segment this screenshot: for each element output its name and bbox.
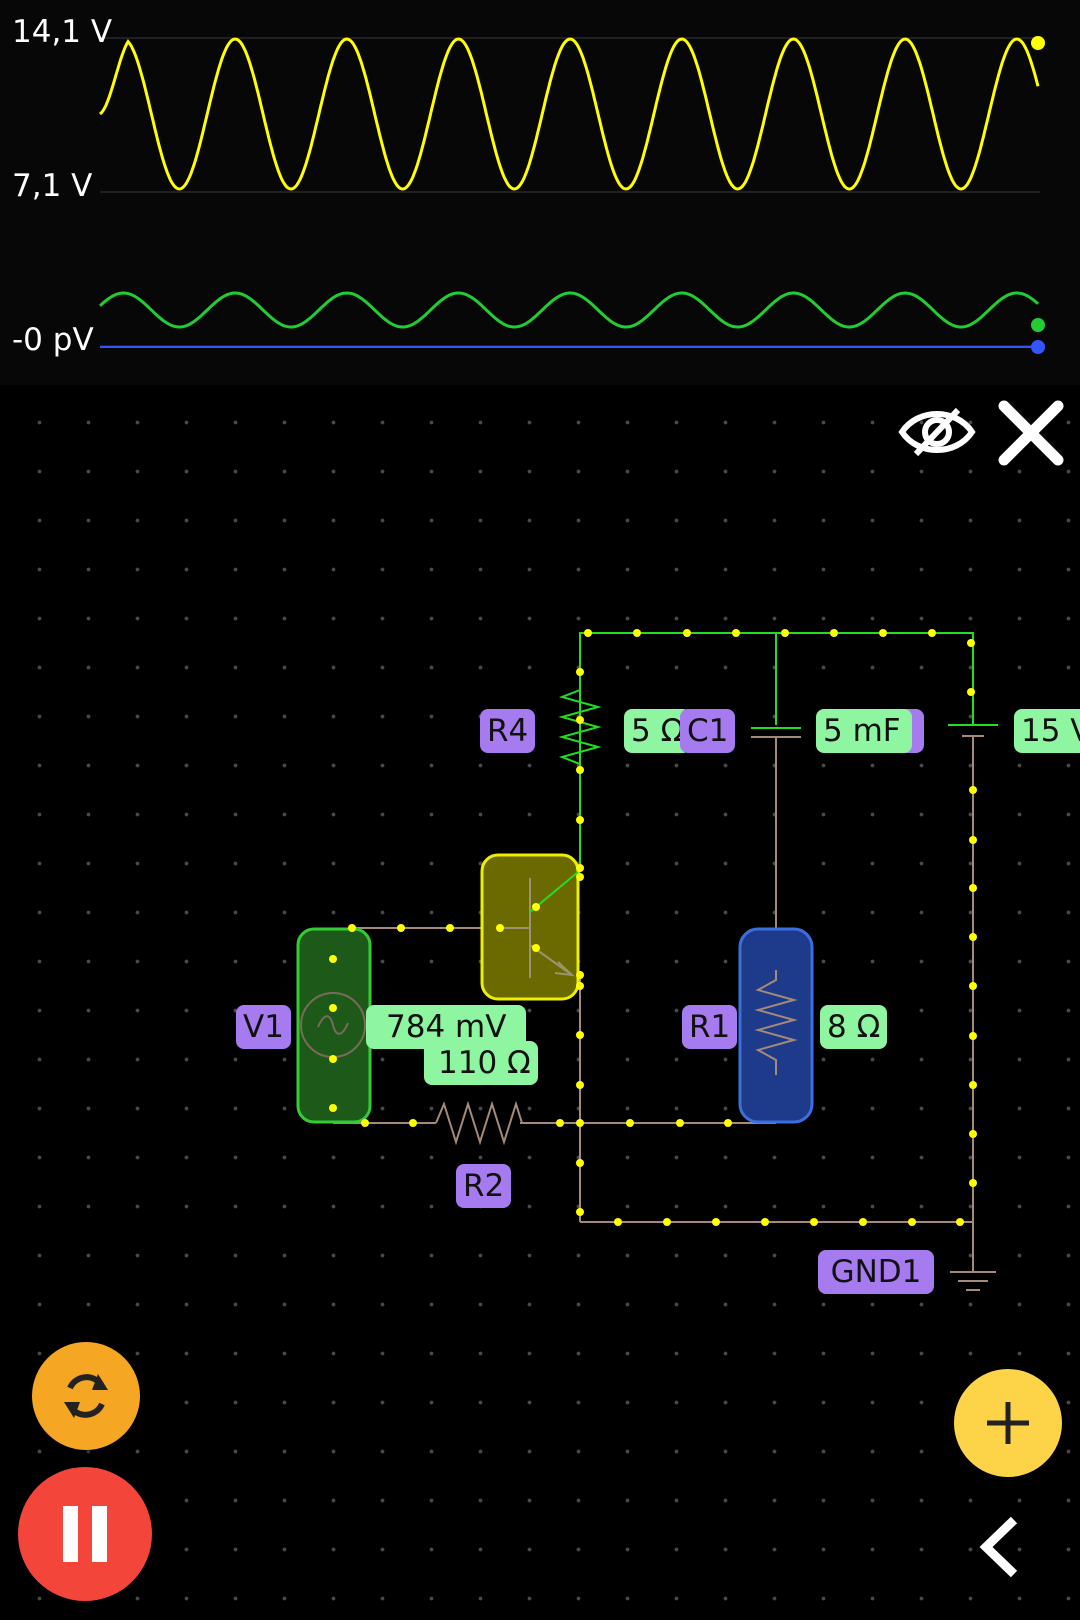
node-dot <box>969 1081 977 1089</box>
node-dot <box>576 1119 584 1127</box>
node-dot <box>576 1031 584 1039</box>
refresh-button[interactable] <box>32 1342 140 1450</box>
pause-icon <box>63 1506 107 1562</box>
plus-icon <box>987 1402 1029 1444</box>
pause-button[interactable] <box>18 1467 152 1601</box>
resistor-r1[interactable] <box>738 927 814 1124</box>
node-dot <box>576 1159 584 1167</box>
node-dot <box>576 971 584 979</box>
circuit-diagram[interactable] <box>0 0 1080 1620</box>
node-dot <box>584 629 592 637</box>
node-dot <box>576 766 584 774</box>
label-r4-name[interactable]: R4 <box>480 709 536 753</box>
node-dot <box>626 1119 634 1127</box>
dc-source-symbol[interactable] <box>948 724 998 737</box>
node-dot <box>761 1218 769 1226</box>
idle-wires <box>332 736 974 1272</box>
node-dot <box>576 668 584 676</box>
node-dot <box>908 1218 916 1226</box>
node-dot <box>969 933 977 941</box>
node-dot <box>397 924 405 932</box>
node-dot <box>859 1218 867 1226</box>
node-dot <box>879 629 887 637</box>
node-dot <box>712 1218 720 1226</box>
node-dot <box>329 1104 337 1112</box>
node-dot <box>532 903 540 911</box>
node-dot <box>663 1218 671 1226</box>
eye-off-icon <box>898 407 976 457</box>
chevron-left-icon <box>979 1516 1018 1578</box>
node-dot <box>329 1004 337 1012</box>
back-button[interactable] <box>970 1512 1030 1582</box>
node-dot <box>576 864 584 872</box>
node-dot <box>956 1218 964 1226</box>
label-r2-name[interactable]: R2 <box>456 1164 512 1208</box>
node-dot <box>576 1208 584 1216</box>
node-dot <box>329 955 337 963</box>
label-v1-name[interactable]: V1 <box>236 1005 291 1049</box>
node-dot <box>830 629 838 637</box>
node-dot <box>576 816 584 824</box>
node-dot <box>810 1218 818 1226</box>
ground-symbol[interactable] <box>950 1271 996 1291</box>
label-c1-name[interactable]: C1 <box>680 709 736 753</box>
node-dot <box>969 982 977 990</box>
node-dot <box>576 716 584 724</box>
label-c1-value[interactable]: 5 mF <box>816 709 912 753</box>
node-dot <box>556 1119 564 1127</box>
node-dot <box>969 1032 977 1040</box>
node-dot <box>446 924 454 932</box>
refresh-icon <box>64 1374 108 1418</box>
node-dot <box>969 786 977 794</box>
node-dot <box>967 688 975 696</box>
close-icon <box>998 400 1064 466</box>
node-dot <box>576 873 584 881</box>
node-dot <box>409 1119 417 1127</box>
node-dot <box>732 629 740 637</box>
label-r1-value[interactable]: 8 Ω <box>820 1005 888 1049</box>
label-v2-value[interactable]: 15 V <box>1014 709 1080 753</box>
node-dot <box>676 1119 684 1127</box>
node-dot <box>969 1179 977 1187</box>
node-dot <box>576 1081 584 1089</box>
node-dot <box>969 884 977 892</box>
label-v1-resistance[interactable]: 110 Ω <box>424 1041 538 1085</box>
node-dot <box>532 944 540 952</box>
label-r1-name[interactable]: R1 <box>682 1005 738 1049</box>
node-dot <box>967 639 975 647</box>
resistor-r2-symbol[interactable] <box>435 1100 523 1146</box>
close-button[interactable] <box>996 398 1066 468</box>
node-dot <box>576 982 584 990</box>
node-dot <box>724 1119 732 1127</box>
node-dot <box>614 1218 622 1226</box>
capacitor-c1-symbol[interactable] <box>751 727 801 738</box>
node-dot <box>633 629 641 637</box>
node-dot <box>496 924 504 932</box>
node-dot <box>928 629 936 637</box>
node-dot <box>969 1130 977 1138</box>
node-dot <box>361 1119 369 1127</box>
node-dot <box>329 1055 337 1063</box>
add-component-button[interactable] <box>954 1369 1062 1477</box>
active-wires <box>535 632 974 908</box>
label-gnd1-name[interactable]: GND1 <box>818 1250 934 1294</box>
node-dot <box>683 629 691 637</box>
node-dot <box>781 629 789 637</box>
visibility-toggle-button[interactable] <box>898 402 976 462</box>
node-dot <box>969 836 977 844</box>
node-dot <box>348 924 356 932</box>
